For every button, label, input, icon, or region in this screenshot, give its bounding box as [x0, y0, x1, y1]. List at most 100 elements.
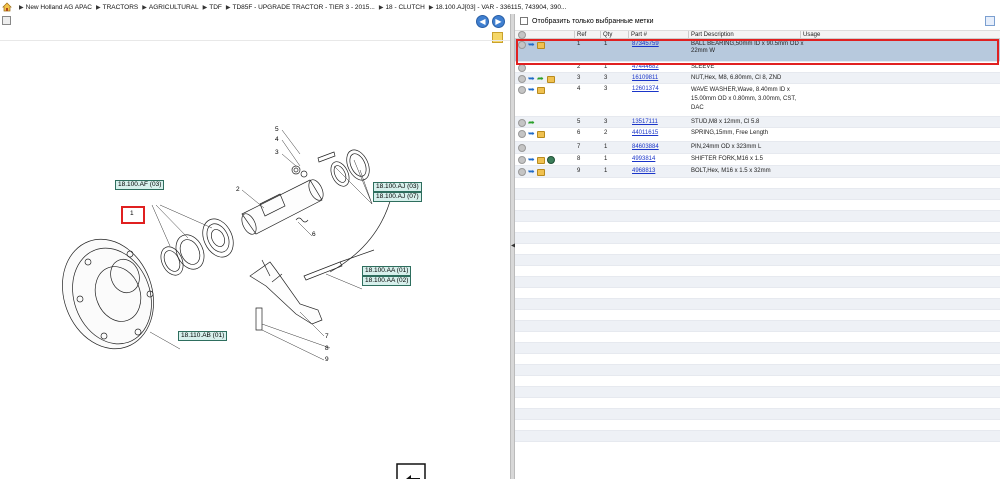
breadcrumb-item-agricultural[interactable]: AGRICULTURAL	[149, 4, 199, 11]
cell-description: SHIFTER FORK,M16 x 1.5	[691, 156, 764, 162]
empty-row	[515, 211, 1000, 222]
breadcrumb-item-model[interactable]: TD85F - UPGRADE TRACTOR - TIER 3 - 2015.…	[233, 4, 375, 11]
info-icon[interactable]	[518, 119, 526, 127]
callout-18-110-ab-01[interactable]: 18.110.AB (01)	[178, 331, 228, 341]
parts-table-body: ➥ 1 1 87345759 BALL BEARING,50mm ID x 90…	[515, 39, 1000, 442]
callout-18-100-aa-01[interactable]: 18.100.AA (01)	[362, 266, 412, 276]
cell-ref: 6	[577, 130, 581, 136]
empty-row	[515, 354, 1000, 365]
replacement-arrow-icon[interactable]: ➦	[537, 75, 545, 83]
ref-label-8[interactable]: 8	[325, 345, 329, 352]
ref-label-6[interactable]: 6	[312, 231, 316, 238]
swap-arrow-icon[interactable]: ➥	[528, 156, 535, 164]
show-selected-only-label[interactable]: Отобразить только выбранные метки	[532, 18, 653, 25]
cell-qty: 2	[604, 130, 608, 136]
breadcrumb-separator-icon: ▶	[428, 4, 434, 11]
empty-row	[515, 299, 1000, 310]
ref-label-7[interactable]: 7	[325, 333, 329, 340]
show-selected-only-checkbox[interactable]	[520, 17, 528, 25]
package-icon[interactable]	[537, 131, 545, 138]
callout-18-100-af-03[interactable]: 18.100.AF (03)	[115, 180, 165, 190]
part-number-link[interactable]: 16109811	[632, 75, 658, 82]
table-row[interactable]: ➥ 4 3 12601374 WAVE WASHER,Wave, 8.40mm …	[515, 84, 1000, 117]
replacement-arrow-icon[interactable]: ➦	[528, 119, 536, 127]
empty-row	[515, 431, 1000, 442]
info-icon[interactable]	[518, 64, 526, 72]
package-icon[interactable]	[547, 76, 555, 83]
empty-row	[515, 244, 1000, 255]
empty-row	[515, 200, 1000, 211]
empty-row	[515, 255, 1000, 266]
ref-label-2[interactable]: 2	[236, 186, 240, 193]
table-row[interactable]: ➥ 9 1 4968813 BOLT,Hex, M16 x 1.5 x 32mm	[515, 166, 1000, 178]
cell-qty: 1	[604, 156, 608, 162]
swap-arrow-icon[interactable]: ➥	[528, 86, 535, 94]
info-icon[interactable]	[518, 130, 526, 138]
ref-label-9[interactable]: 9	[325, 356, 329, 363]
cell-ref: 3	[577, 75, 581, 81]
breadcrumb-separator-icon: ▶	[378, 4, 384, 11]
info-icon[interactable]	[518, 75, 526, 83]
cell-description: BOLT,Hex, M16 x 1.5 x 32mm	[691, 168, 771, 174]
cell-ref: 7	[577, 144, 581, 150]
table-row[interactable]: ➥ ➦ 3 3 16109811 NUT,Hex, M8, 6.80mm, Cl …	[515, 73, 1000, 84]
empty-row	[515, 398, 1000, 409]
package-icon[interactable]	[537, 87, 545, 94]
home-icon[interactable]	[2, 2, 12, 12]
info-icon[interactable]	[518, 168, 526, 176]
part-number-link[interactable]: 84603884	[632, 144, 659, 151]
export-icon[interactable]	[985, 16, 995, 26]
callout-18-100-aj-07[interactable]: 18.100.AJ (07)	[373, 192, 422, 202]
cell-ref: 8	[577, 156, 581, 162]
cell-qty: 1	[604, 64, 608, 70]
cell-qty: 1	[604, 168, 608, 174]
part-number-link[interactable]: 12601374	[632, 86, 659, 93]
part-number-link[interactable]: 47444682	[632, 64, 659, 71]
breadcrumb-item-tdf[interactable]: TDF	[209, 4, 222, 11]
part-number-link[interactable]: 4968813	[632, 168, 655, 175]
parts-table-header: Ref Qty Part # Part Description Usage	[515, 30, 1000, 40]
empty-row	[515, 288, 1000, 299]
breadcrumb: ▶ New Holland AG APAC ▶ TRACTORS ▶ AGRIC…	[0, 0, 1000, 14]
exploded-parts-diagram	[62, 129, 393, 361]
swap-arrow-icon[interactable]: ➥	[528, 75, 535, 83]
table-row[interactable]: ➥ 8 1 4993814 SHIFTER FORK,M16 x 1.5	[515, 154, 1000, 166]
part-number-link[interactable]: 44011615	[632, 130, 658, 137]
info-icon[interactable]	[518, 86, 526, 94]
parts-list-pane: Отобразить только выбранные метки Ref Qt…	[515, 14, 1000, 479]
swap-arrow-icon[interactable]: ➥	[528, 168, 535, 176]
next-page-arrow-icon[interactable]	[396, 463, 426, 479]
info-icon[interactable]	[518, 156, 526, 164]
cell-description: STUD,M8 x 12mm, Cl 5.8	[691, 119, 760, 125]
empty-row	[515, 409, 1000, 420]
table-row[interactable]: ➦ 5 3 13517111 STUD,M8 x 12mm, Cl 5.8	[515, 117, 1000, 128]
ref-label-5[interactable]: 5	[275, 126, 279, 133]
selected-ref-highlight	[121, 206, 145, 224]
empty-row	[515, 266, 1000, 277]
package-icon[interactable]	[537, 169, 545, 176]
breadcrumb-item-brand[interactable]: New Holland AG APAC	[26, 4, 92, 11]
breadcrumb-item-section[interactable]: 18 - CLUTCH	[385, 4, 424, 11]
empty-row	[515, 420, 1000, 431]
empty-row	[515, 365, 1000, 376]
description-line: 15.00mm OD x 0.80mm, 3.00mm, CST,	[691, 96, 797, 102]
globe-icon[interactable]	[547, 156, 555, 164]
part-number-link[interactable]: 13517111	[632, 119, 658, 126]
callout-18-100-aa-02[interactable]: 18.100.AA (02)	[362, 276, 412, 286]
breadcrumb-item-tractors[interactable]: TRACTORS	[103, 4, 139, 11]
breadcrumb-separator-icon: ▶	[95, 4, 101, 11]
package-icon[interactable]	[537, 157, 545, 164]
empty-row	[515, 310, 1000, 321]
callout-18-100-aj-03[interactable]: 18.100.AJ (03)	[373, 182, 422, 192]
table-row[interactable]: 7 1 84603884 PIN,24mm OD x 323mm L	[515, 142, 1000, 154]
ref-label-3[interactable]: 3	[275, 149, 279, 156]
cell-ref: 2	[577, 64, 581, 70]
swap-arrow-icon[interactable]: ➥	[528, 130, 535, 138]
part-number-link[interactable]: 4993814	[632, 156, 655, 163]
cell-description: NUT,Hex, M8, 6.80mm, Cl 8, ZND	[691, 75, 782, 81]
breadcrumb-separator-icon: ▶	[19, 4, 24, 11]
table-row[interactable]: ➥ 6 2 44011615 SPRING,15mm, Free Length	[515, 128, 1000, 142]
ref-label-4[interactable]: 4	[275, 136, 279, 143]
collapse-arrow-icon[interactable]: ◀	[511, 242, 516, 249]
info-icon[interactable]	[518, 144, 526, 152]
